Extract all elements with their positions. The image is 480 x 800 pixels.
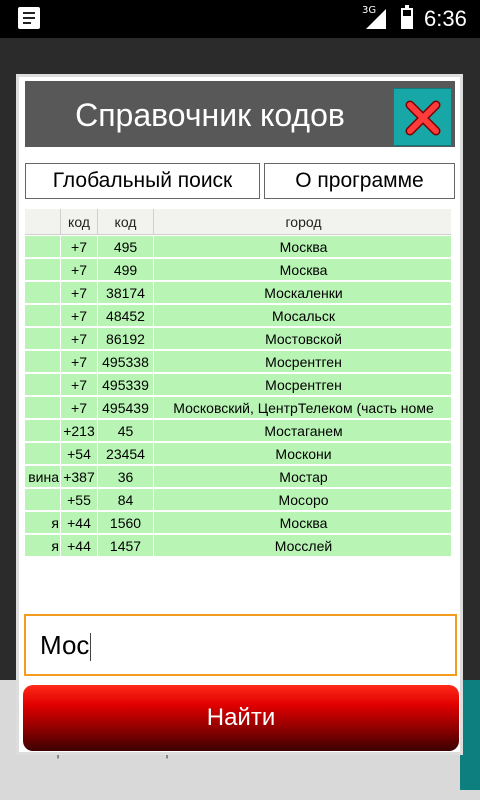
cell-country-code: +54 <box>61 443 98 465</box>
cell-country-code: +387 <box>61 466 98 488</box>
cell-area-code: 499 <box>98 259 154 281</box>
column-header-country <box>25 209 61 235</box>
cell-area-code: 495439 <box>98 397 154 419</box>
cell-country <box>25 236 61 258</box>
cell-city: Московский, ЦентрТелеком (часть номе <box>154 397 451 419</box>
cell-country <box>25 443 61 465</box>
cell-city: Москва <box>154 512 451 534</box>
cell-country-code: +7 <box>61 259 98 281</box>
text-cursor <box>90 633 92 662</box>
cell-area-code: 38174 <box>98 282 154 304</box>
search-input-value: Мос <box>40 630 90 660</box>
close-button[interactable] <box>393 88 452 146</box>
codes-dialog: Справочник кодов Глобальный поиск О прог… <box>16 74 463 755</box>
notification-icon <box>18 7 40 29</box>
cell-area-code: 23454 <box>98 443 154 465</box>
close-icon <box>405 100 441 136</box>
cell-country <box>25 420 61 442</box>
cell-country: я <box>25 535 61 557</box>
cell-city: Москони <box>154 443 451 465</box>
cell-area-code: 48452 <box>98 305 154 327</box>
cell-area-code: 1457 <box>98 535 154 557</box>
cell-country-code: +7 <box>61 328 98 350</box>
cell-area-code: 86192 <box>98 328 154 350</box>
global-search-button[interactable]: Глобальный поиск <box>25 163 260 199</box>
cell-country-code: +7 <box>61 374 98 396</box>
signal-icon <box>366 9 386 29</box>
cell-city: Москва <box>154 259 451 281</box>
cell-country <box>25 259 61 281</box>
cell-country <box>25 397 61 419</box>
cell-country: я <box>25 512 61 534</box>
cell-area-code: 1560 <box>98 512 154 534</box>
cell-country <box>25 282 61 304</box>
cell-country-code: +7 <box>61 282 98 304</box>
cell-country-code: +44 <box>61 512 98 534</box>
column-header-area-code: код <box>98 209 154 235</box>
cell-country <box>25 351 61 373</box>
cell-city: Мосрентген <box>154 351 451 373</box>
battery-icon <box>401 5 413 29</box>
find-button[interactable]: Найти <box>23 685 459 751</box>
cell-city: Мостовской <box>154 328 451 350</box>
about-button[interactable]: О программе <box>264 163 455 199</box>
status-time: 6:36 <box>424 6 467 31</box>
cell-country: вина <box>25 466 61 488</box>
cell-area-code: 84 <box>98 489 154 511</box>
cell-area-code: 495338 <box>98 351 154 373</box>
cell-country-code: +44 <box>61 535 98 557</box>
cell-city: Мосслей <box>154 535 451 557</box>
cell-country <box>25 374 61 396</box>
dialog-header: Справочник кодов <box>25 81 455 147</box>
cell-country-code: +7 <box>61 236 98 258</box>
cell-city: Мостар <box>154 466 451 488</box>
status-bar: 3G 6:36 <box>0 0 480 38</box>
cell-area-code: 36 <box>98 466 154 488</box>
background-accent <box>460 680 480 790</box>
cell-city: Мосоро <box>154 489 451 511</box>
dialog-title: Справочник кодов <box>75 97 345 133</box>
column-header-city: город <box>154 209 451 235</box>
cell-country-code: +7 <box>61 351 98 373</box>
cell-country-code: +213 <box>61 420 98 442</box>
cell-country <box>25 489 61 511</box>
cell-city: Мосальск <box>154 305 451 327</box>
cell-country <box>25 305 61 327</box>
cell-area-code: 45 <box>98 420 154 442</box>
cell-country-code: +7 <box>61 305 98 327</box>
cell-country <box>25 328 61 350</box>
cell-city: Мостаганем <box>154 420 451 442</box>
cell-country-code: +55 <box>61 489 98 511</box>
column-header-country-code: код <box>61 209 98 235</box>
cell-area-code: 495339 <box>98 374 154 396</box>
cell-city: Москаленки <box>154 282 451 304</box>
codes-table[interactable]: код код город +7 495 Москва +7 499 Москва +7 38… <box>25 209 451 559</box>
search-input[interactable]: Мос <box>24 614 457 676</box>
cell-city: Мосрентген <box>154 374 451 396</box>
cell-country-code: +7 <box>61 397 98 419</box>
cell-area-code: 495 <box>98 236 154 258</box>
cell-city: Москва <box>154 236 451 258</box>
